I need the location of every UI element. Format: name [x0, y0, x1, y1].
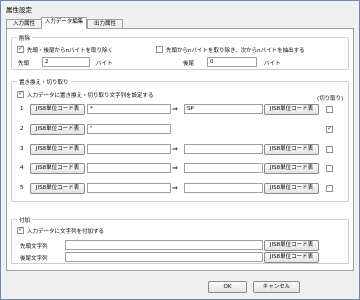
delete-option1-label: 先頭・後尾からnバイトを取り除く	[27, 48, 113, 54]
ok-button[interactable]: OK	[208, 281, 247, 293]
arrow-right-icon: ⇒	[172, 105, 178, 113]
append-enable-label: 入力データに文字列を付加する	[27, 229, 105, 235]
replace-group: 置き換え・切り取り 入力データに置き換え・切り取り文字列を設定する (切り取り)…	[11, 78, 349, 202]
row-number: 4	[20, 165, 24, 171]
window-title: 属性設定	[6, 6, 32, 14]
cut-checkbox[interactable]	[326, 146, 333, 153]
delete-option1-checkbox[interactable]	[17, 44, 24, 53]
source-string-input[interactable]: "	[87, 124, 171, 134]
code-table-button[interactable]: JIS8単位コード表	[30, 183, 85, 194]
dialog-window: 属性設定 入力属性 入力データ編集 出力属性 削除 先頭・後尾からnバイトを取り…	[0, 0, 360, 300]
code-table-button[interactable]: JIS8単位コード表	[264, 104, 319, 115]
delete-option2-checkbox[interactable]	[156, 46, 163, 53]
tab-output-attributes[interactable]: 出力属性	[87, 19, 123, 28]
cancel-button[interactable]: キャンセル	[253, 281, 300, 293]
arrow-right-icon: ⇒	[172, 164, 178, 172]
cut-checkbox[interactable]	[326, 124, 333, 133]
delete-group: 削除 先頭・後尾からnバイトを取り除く 先頭からnバイトを取り除き、次からnバイ…	[11, 34, 349, 70]
tab-panel: 削除 先頭・後尾からnバイトを取り除く 先頭からnバイトを取り除き、次からnバイ…	[6, 28, 354, 271]
code-table-button[interactable]: JIS8単位コード表	[30, 163, 85, 174]
code-table-button[interactable]: JIS8単位コード表	[30, 104, 85, 115]
target-string-input[interactable]	[184, 163, 263, 173]
arrow-right-icon: ⇒	[172, 145, 178, 153]
suffix-string-input[interactable]	[65, 252, 263, 262]
code-table-button[interactable]: JIS8単位コード表	[264, 144, 319, 155]
cut-checkbox[interactable]	[326, 185, 333, 192]
prefix-code-table-button[interactable]: JIS8単位コード表	[264, 240, 319, 251]
row-number: 3	[20, 146, 24, 152]
title-bar: 属性設定	[1, 1, 359, 15]
target-string-input[interactable]	[184, 183, 263, 193]
code-table-button[interactable]: JIS8単位コード表	[264, 183, 319, 194]
target-string-input[interactable]: SP	[184, 104, 263, 114]
cut-column-header: (切り取り)	[317, 96, 344, 102]
head-label: 先頭	[18, 61, 30, 67]
tab-input-attributes[interactable]: 入力属性	[6, 19, 42, 28]
target-string-input[interactable]	[184, 144, 263, 154]
head-bytes-input[interactable]: 2	[42, 57, 90, 67]
source-string-input[interactable]	[87, 144, 171, 154]
code-table-button[interactable]: JIS8単位コード表	[30, 124, 85, 135]
append-group: 付加 入力データに文字列を付加する 先頭文字列 JIS8単位コード表 後尾文字列…	[11, 216, 349, 264]
replace-enable-checkbox[interactable]	[17, 89, 24, 98]
tail-label: 後尾	[183, 61, 195, 67]
row-number: 2	[20, 126, 24, 132]
delete-group-title: 削除	[17, 34, 33, 42]
source-string-input[interactable]: *	[87, 104, 171, 114]
tab-input-data-edit[interactable]: 入力データ編集	[41, 17, 87, 29]
append-group-title: 付加	[17, 216, 33, 224]
tail-unit: バイト	[264, 61, 281, 67]
cut-checkbox[interactable]	[326, 106, 333, 113]
suffix-label: 後尾文字列	[20, 256, 48, 262]
code-table-button[interactable]: JIS8単位コード表	[264, 163, 319, 174]
source-string-input[interactable]	[87, 183, 171, 193]
append-enable-checkbox[interactable]	[17, 225, 24, 234]
prefix-string-input[interactable]	[65, 240, 263, 250]
replace-enable-label: 入力データに置き換え・切り取り文字列を設定する	[27, 93, 154, 99]
head-unit: バイト	[96, 61, 113, 67]
cut-checkbox[interactable]	[326, 165, 333, 172]
replace-group-title: 置き換え・切り取り	[17, 78, 71, 86]
suffix-code-table-button[interactable]: JIS8単位コード表	[264, 252, 319, 263]
code-table-button[interactable]: JIS8単位コード表	[30, 144, 85, 155]
source-string-input[interactable]	[87, 163, 171, 173]
tail-bytes-input[interactable]: 0	[207, 57, 257, 67]
row-number: 5	[20, 185, 24, 191]
delete-option2-label: 先頭からnバイトを取り除き、次からnバイトを抽出する	[166, 48, 305, 54]
arrow-right-icon: ⇒	[172, 184, 178, 192]
row-number: 1	[20, 106, 24, 112]
prefix-label: 先頭文字列	[20, 244, 48, 250]
